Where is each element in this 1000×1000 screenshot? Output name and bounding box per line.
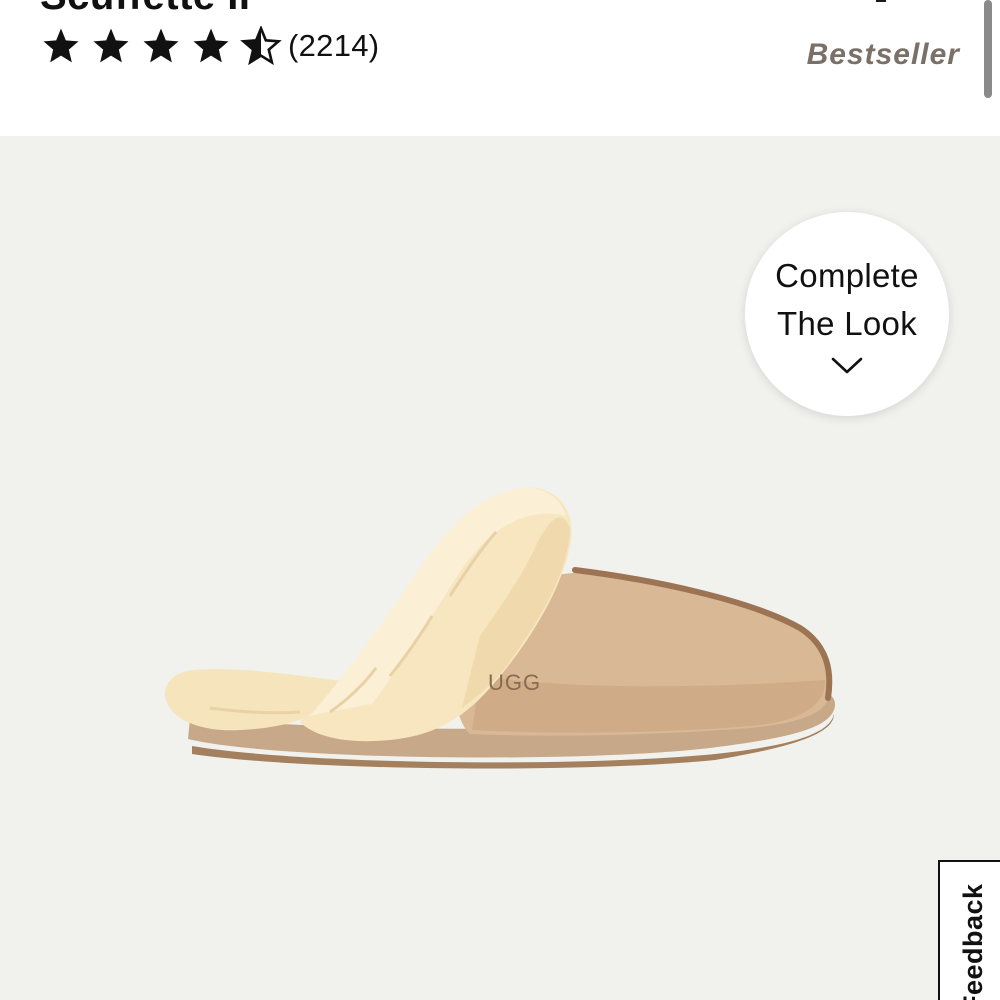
rating-row[interactable]: (2214) [40, 24, 379, 68]
star-rating [40, 24, 290, 68]
feedback-label: Feedback [958, 883, 988, 1000]
complete-the-look-button[interactable]: Complete The Look [745, 212, 949, 416]
star-full-icon [143, 28, 179, 63]
star-half-icon [240, 26, 282, 66]
star-full-icon [93, 28, 129, 63]
header-control-fragment [876, 0, 886, 2]
product-image-slipper: UGG [164, 487, 836, 769]
product-title: Scuffette II [40, 0, 250, 19]
product-image-gallery[interactable]: UGG Complete The Look Feedback [0, 136, 1000, 1000]
review-count[interactable]: (2214) [288, 28, 379, 64]
complete-the-look-line2: The Look [777, 305, 917, 342]
chevron-down-icon [831, 357, 863, 374]
star-full-icon [193, 28, 229, 63]
product-header: Scuffette II [0, 0, 1000, 136]
complete-the-look-line1: Complete [775, 257, 919, 294]
product-page: Scuffette II [0, 0, 1000, 1000]
feedback-tab[interactable]: Feedback [938, 860, 1000, 1000]
scrollbar-thumb[interactable] [984, 0, 992, 98]
star-full-icon [43, 28, 79, 63]
ugg-logo: UGG [488, 670, 541, 695]
bestseller-badge: Bestseller [806, 38, 960, 71]
